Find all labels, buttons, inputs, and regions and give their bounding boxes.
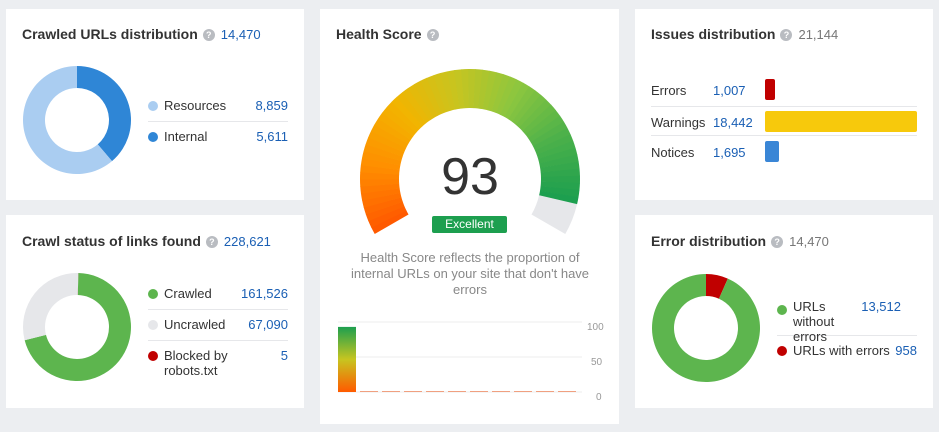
issues-distribution-title: Issues distribution? 21,144	[651, 26, 839, 42]
issues-distribution-card: Issues distribution? 21,144 Errors 1,007 …	[635, 9, 933, 200]
history-bar[interactable]	[382, 391, 400, 392]
donut-slice[interactable]	[77, 66, 131, 162]
help-icon[interactable]: ?	[205, 236, 218, 248]
legend-item-internal[interactable]: Internal 5,611	[148, 122, 288, 153]
history-bar[interactable]	[514, 391, 532, 392]
error-distribution-title: Error distribution? 14,470	[651, 233, 829, 249]
issue-bar-errors	[765, 79, 775, 100]
crawled-urls-legend: Resources 8,859 Internal 5,611	[148, 91, 288, 153]
issue-row-warnings[interactable]: Warnings 18,442	[651, 106, 917, 136]
legend-item-uncrawled[interactable]: Uncrawled 67,090	[148, 310, 288, 341]
error-distribution-legend: URLs without errors 13,512 URLs with err…	[777, 295, 917, 367]
donut-slice[interactable]	[22, 273, 79, 341]
crawl-status-legend: Crawled 161,526 Uncrawled 67,090 Blocked…	[148, 279, 288, 381]
crawl-status-total[interactable]: 228,621	[224, 234, 271, 249]
history-bar[interactable]	[360, 391, 378, 392]
legend-dot	[148, 289, 158, 299]
issue-bar-notices	[765, 141, 779, 162]
error-distribution-donut	[652, 274, 760, 382]
error-total: 14,470	[789, 234, 829, 249]
history-bar[interactable]	[492, 391, 510, 392]
health-score-card: Health Score? 93 Excellent Health Score …	[320, 9, 619, 424]
history-bar[interactable]	[536, 391, 554, 392]
axis-label-50: 50	[591, 357, 603, 368]
help-icon[interactable]: ?	[771, 236, 784, 248]
legend-item-crawled[interactable]: Crawled 161,526	[148, 279, 288, 310]
legend-dot	[148, 351, 158, 361]
legend-item-resources[interactable]: Resources 8,859	[148, 91, 288, 122]
crawl-status-donut	[22, 273, 132, 381]
crawled-urls-card: Crawled URLs distribution? 14,470 Resourc…	[6, 9, 304, 200]
crawled-urls-title: Crawled URLs distribution? 14,470	[22, 26, 261, 42]
legend-dot	[148, 132, 158, 142]
legend-dot	[148, 101, 158, 111]
history-bar[interactable]	[338, 326, 356, 392]
legend-item-urls-without-errors[interactable]: URLs without errors 13,512	[777, 295, 917, 344]
help-icon[interactable]: ?	[780, 29, 793, 41]
legend-dot	[777, 305, 787, 315]
history-bar[interactable]	[426, 391, 444, 392]
crawled-urls-donut	[22, 66, 131, 174]
health-score-history-chart	[338, 321, 582, 393]
issue-row-errors[interactable]: Errors 1,007	[651, 75, 917, 105]
help-icon[interactable]: ?	[202, 29, 215, 41]
history-bar[interactable]	[404, 391, 422, 392]
history-bar[interactable]	[470, 391, 488, 392]
history-bar[interactable]	[558, 391, 576, 392]
donut-slice[interactable]	[652, 274, 760, 382]
crawl-status-title: Crawl status of links found? 228,621	[22, 233, 271, 249]
history-bar[interactable]	[448, 391, 466, 392]
legend-item-blocked[interactable]: Blocked by robots.txt 5	[148, 341, 288, 381]
legend-dot	[777, 346, 787, 356]
crawl-status-card: Crawl status of links found? 228,621 Craw…	[6, 215, 304, 408]
issues-total: 21,144	[798, 27, 839, 42]
error-distribution-card: Error distribution? 14,470 URLs without e…	[635, 215, 933, 408]
health-score-value: 93	[441, 148, 499, 206]
health-score-badge: Excellent	[432, 216, 507, 233]
legend-dot	[148, 320, 158, 330]
axis-label-100: 100	[587, 322, 604, 333]
issue-row-notices[interactable]: Notices 1,695	[651, 137, 917, 167]
legend-item-urls-with-errors[interactable]: URLs with errors 958	[777, 336, 917, 367]
axis-label-0: 0	[596, 392, 602, 403]
health-score-description: Health Score reflects the proportion of …	[350, 250, 590, 297]
issue-bar-warnings	[765, 111, 917, 132]
crawled-urls-total[interactable]: 14,470	[221, 27, 261, 42]
health-score-gauge	[360, 69, 580, 234]
